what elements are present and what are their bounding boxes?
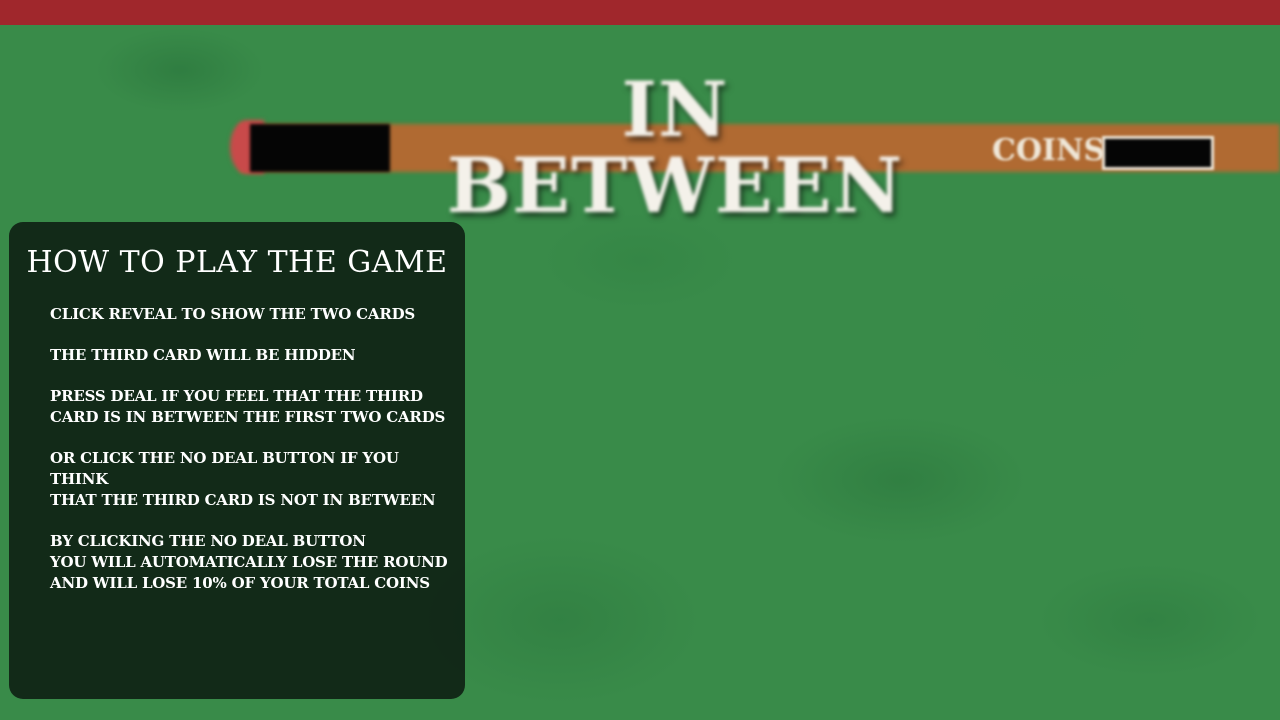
instruction-step: OR CLICK THE NO DEAL BUTTON IF YOU THINK… bbox=[50, 449, 436, 509]
instruction-step: CLICK REVEAL TO SHOW THE TWO CARDS bbox=[50, 305, 416, 323]
instruction-step: THE THIRD CARD WILL BE HIDDEN bbox=[50, 346, 356, 364]
how-to-play-panel: HOW TO PLAY THE GAME CLICK REVEAL TO SHO… bbox=[9, 222, 465, 699]
game-title: IN BETWEEN bbox=[446, 65, 904, 230]
instruction-step: PRESS DEAL IF YOU FEEL THAT THE THIRD CA… bbox=[50, 387, 446, 426]
panel-title: HOW TO PLAY THE GAME bbox=[26, 245, 448, 280]
coins-label: COINS bbox=[992, 133, 1106, 168]
instruction-step: BY CLICKING THE NO DEAL BUTTON YOU WILL … bbox=[50, 532, 448, 592]
top-bar bbox=[0, 0, 1280, 25]
instruction-list: CLICK REVEAL TO SHOW THE TWO CARDS THE T… bbox=[50, 304, 450, 614]
hud-display-box bbox=[250, 124, 390, 172]
coins-display bbox=[1102, 136, 1214, 170]
